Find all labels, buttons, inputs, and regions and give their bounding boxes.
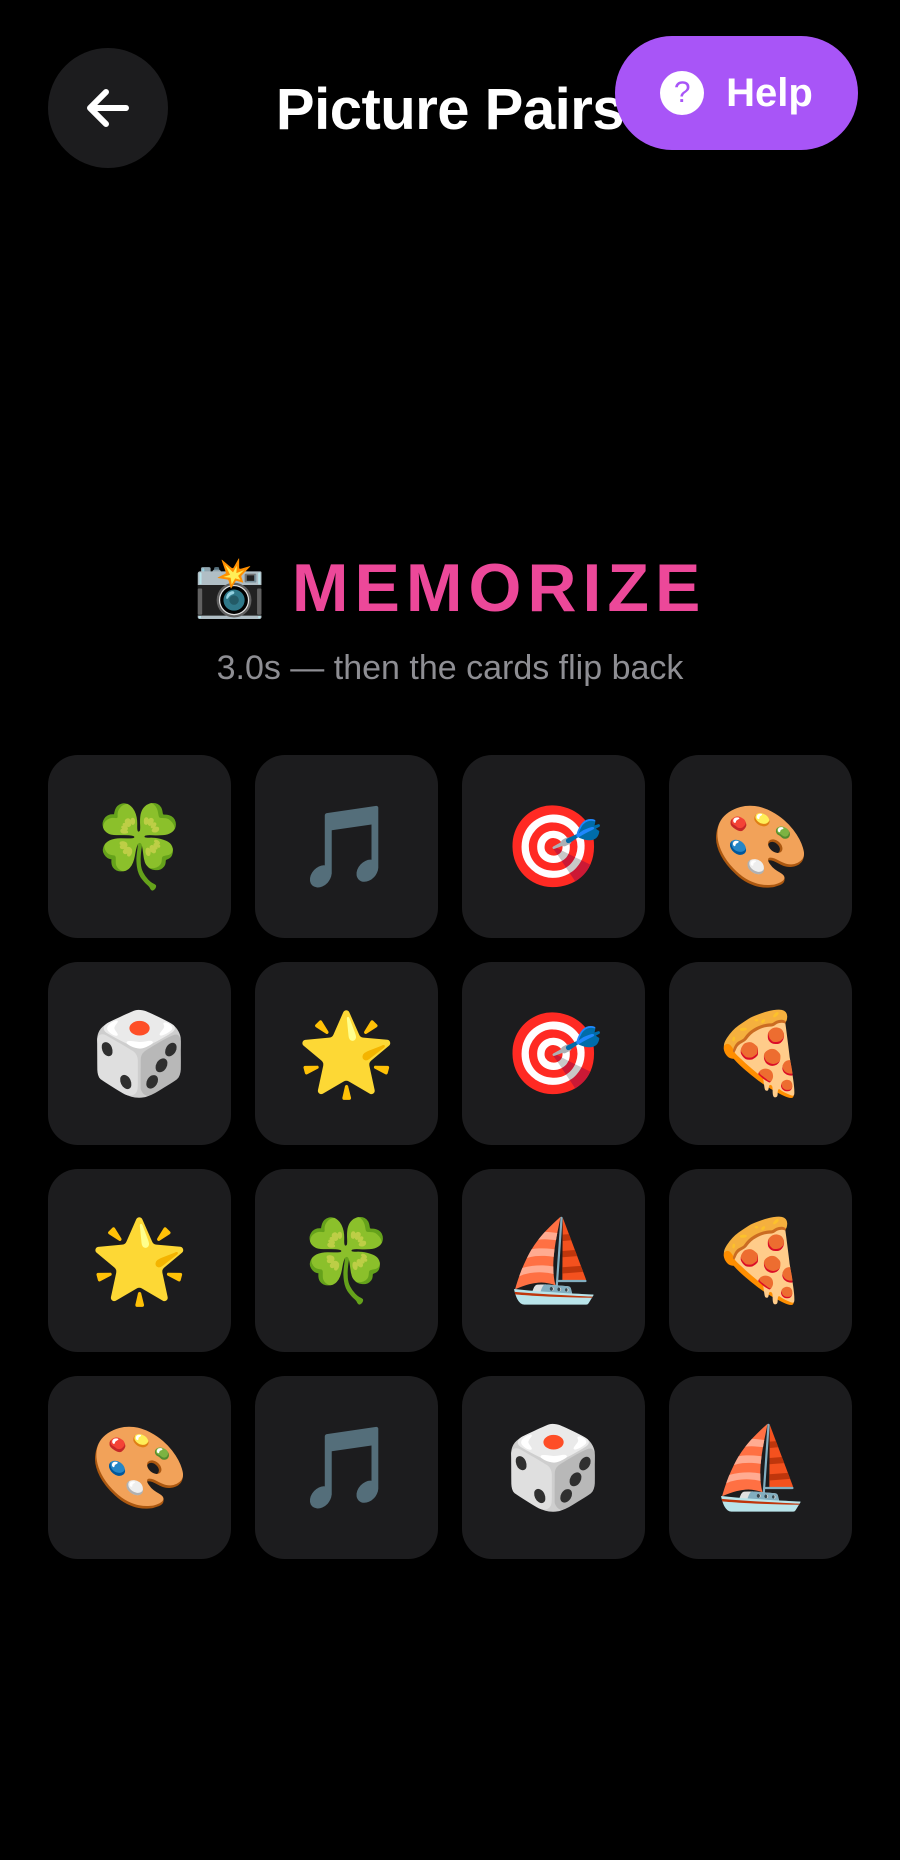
- palette-icon: 🎨: [89, 1422, 190, 1512]
- card[interactable]: 🎯: [462, 755, 645, 938]
- card[interactable]: 🎲: [462, 1376, 645, 1559]
- card[interactable]: 🎨: [669, 755, 852, 938]
- sailboat-icon: ⛵: [503, 1215, 604, 1305]
- clover-icon: 🍀: [89, 801, 190, 891]
- question-icon: ?: [660, 71, 705, 115]
- card[interactable]: 🎨: [48, 1376, 231, 1559]
- help-button-label: Help: [726, 70, 813, 115]
- card[interactable]: ⛵: [669, 1376, 852, 1559]
- card[interactable]: 🌟: [255, 962, 438, 1145]
- target-icon: 🎯: [503, 1008, 604, 1098]
- card[interactable]: 🍀: [255, 1169, 438, 1352]
- card[interactable]: 🍕: [669, 962, 852, 1145]
- phase-banner: 📸 MEMORIZE: [0, 550, 900, 626]
- die-icon: 🎲: [503, 1422, 604, 1512]
- card[interactable]: ⛵: [462, 1169, 645, 1352]
- help-button[interactable]: ? Help: [615, 36, 858, 150]
- music-note-icon: 🎵: [296, 801, 397, 891]
- card[interactable]: 🌟: [48, 1169, 231, 1352]
- clover-icon: 🍀: [296, 1215, 397, 1305]
- phase-label: MEMORIZE: [291, 550, 707, 626]
- card[interactable]: 🎯: [462, 962, 645, 1145]
- card[interactable]: 🍀: [48, 755, 231, 938]
- pizza-icon: 🍕: [710, 1215, 811, 1305]
- target-icon: 🎯: [503, 801, 604, 891]
- card[interactable]: 🎵: [255, 755, 438, 938]
- card-grid: 🍀 🎵 🎯 🎨 🎲 🌟 🎯 🍕 🌟 🍀 ⛵ 🍕 🎨 🎵 🎲 ⛵: [48, 755, 852, 1559]
- palette-icon: 🎨: [710, 801, 811, 891]
- card[interactable]: 🎵: [255, 1376, 438, 1559]
- star-icon: 🌟: [89, 1215, 190, 1305]
- sailboat-icon: ⛵: [710, 1422, 811, 1512]
- phase-subtitle: 3.0s — then the cards flip back: [216, 649, 684, 687]
- star-icon: 🌟: [296, 1008, 397, 1098]
- die-icon: 🎲: [89, 1008, 190, 1098]
- music-note-icon: 🎵: [296, 1422, 397, 1512]
- card[interactable]: 🎲: [48, 962, 231, 1145]
- card[interactable]: 🍕: [669, 1169, 852, 1352]
- pizza-icon: 🍕: [710, 1008, 811, 1098]
- camera-flash-icon: 📸: [193, 555, 266, 620]
